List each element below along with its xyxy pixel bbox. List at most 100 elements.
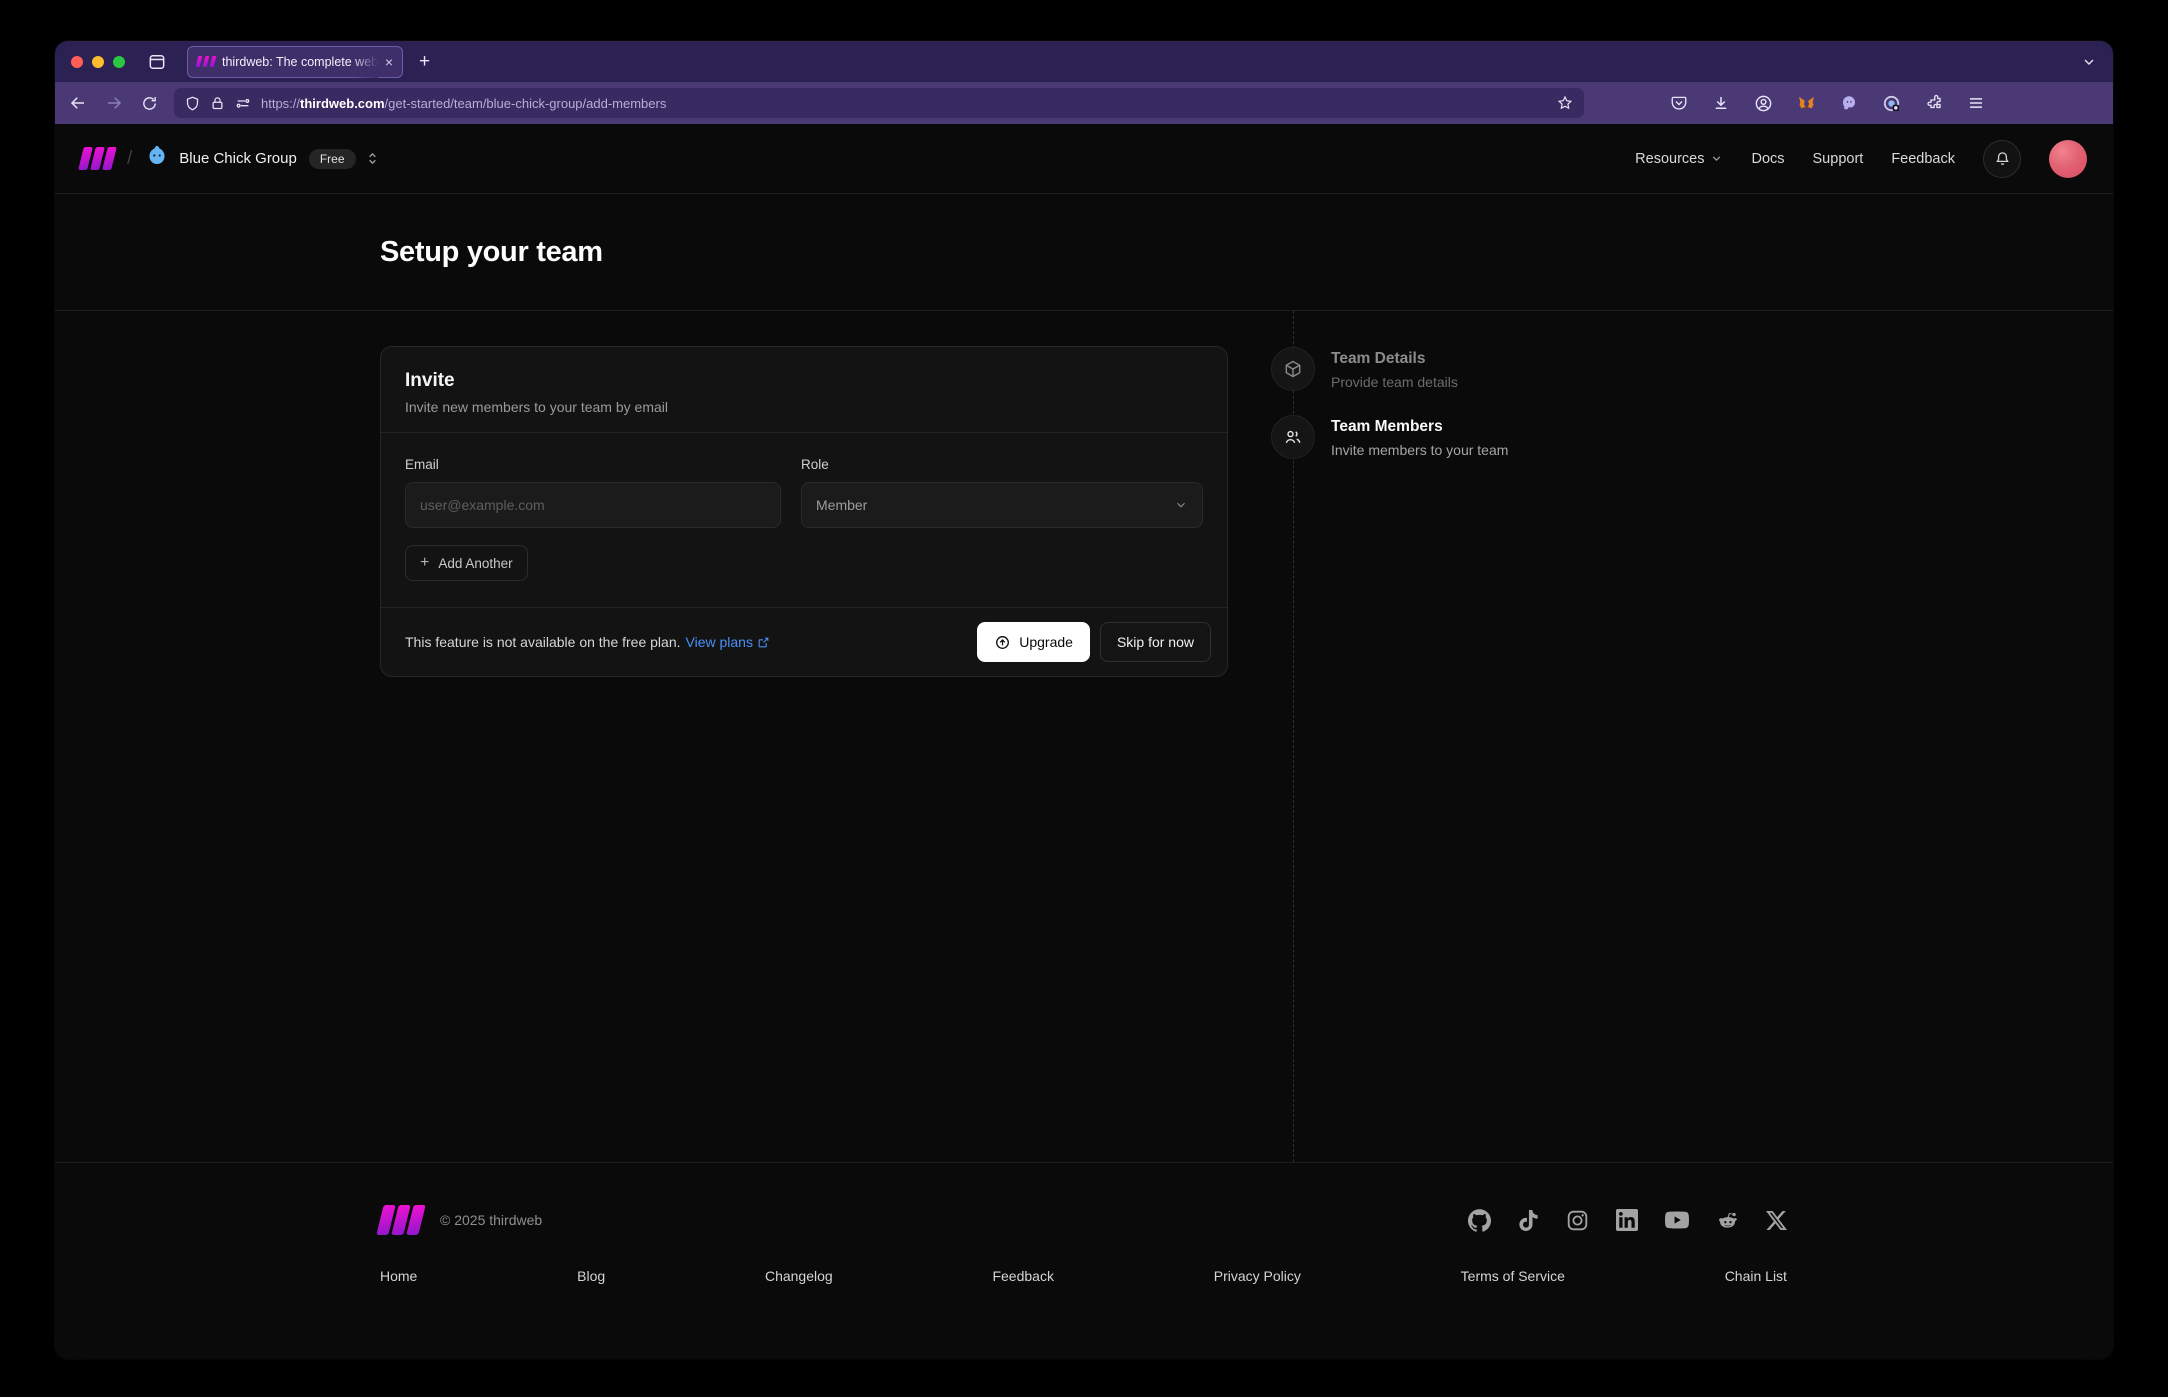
lock-icon[interactable] — [210, 96, 225, 111]
nav-docs[interactable]: Docs — [1751, 151, 1784, 167]
pocket-icon[interactable] — [1670, 94, 1688, 112]
window-controls — [71, 55, 125, 68]
webpage: / Blue Chick Group Free Resources Docs S… — [55, 124, 2113, 1359]
view-plans-link[interactable]: View plans — [686, 634, 770, 650]
tracking-protection-shield-icon[interactable] — [185, 96, 200, 111]
external-link-icon — [758, 637, 769, 647]
bell-icon — [1995, 152, 2009, 165]
footer-links: Home Blog Changelog Feedback Privacy Pol… — [380, 1268, 1787, 1284]
url-text[interactable]: https://thirdweb.com/get-started/team/bl… — [261, 96, 1547, 111]
setup-stepper: Team Details Provide team details Team M… — [1271, 347, 1508, 459]
metamask-extension-icon[interactable] — [1797, 94, 1816, 113]
step-team-members[interactable]: Team Members Invite members to your team — [1271, 415, 1508, 459]
menu-hamburger-icon[interactable] — [1967, 94, 1985, 112]
thirdweb-logo-icon[interactable] — [78, 147, 117, 170]
footer-link-home[interactable]: Home — [380, 1268, 417, 1284]
footer-link-terms-of-service[interactable]: Terms of Service — [1461, 1268, 1565, 1284]
copyright-text: © 2025 thirdweb — [440, 1212, 543, 1228]
permissions-icon[interactable] — [235, 95, 251, 111]
nav-feedback[interactable]: Feedback — [1891, 151, 1955, 167]
nav-support[interactable]: Support — [1813, 151, 1864, 167]
page-title-band: Setup your team — [55, 194, 2113, 311]
circle-arrow-up-icon — [996, 635, 1010, 649]
role-selected-value: Member — [816, 497, 868, 513]
skip-for-now-button[interactable]: Skip for now — [1099, 622, 1211, 662]
invite-card-title: Invite — [405, 370, 455, 391]
team-switcher-chevrons-icon[interactable] — [364, 150, 381, 167]
list-tabs-chevron-icon[interactable] — [2081, 54, 2097, 70]
add-another-button[interactable]: + Add Another — [405, 545, 528, 581]
upgrade-button[interactable]: Upgrade — [977, 622, 1090, 662]
bookmark-star-icon[interactable] — [1557, 95, 1573, 111]
instagram-icon[interactable] — [1566, 1209, 1589, 1232]
tab-title: thirdweb: The complete web3 de — [222, 54, 378, 69]
footer-link-changelog[interactable]: Changelog — [765, 1268, 833, 1284]
main-content: Invite Invite new members to your team b… — [55, 311, 2113, 1162]
free-plan-notice: This feature is not available on the fre… — [405, 634, 681, 650]
role-select[interactable]: Member — [801, 482, 1203, 528]
nav-resources-label: Resources — [1635, 150, 1705, 167]
invite-card: Invite Invite new members to your team b… — [380, 346, 1228, 677]
url-domain: thirdweb.com — [300, 95, 385, 111]
users-icon — [1271, 415, 1315, 459]
role-label: Role — [801, 457, 829, 472]
footer-link-chain-list[interactable]: Chain List — [1725, 1268, 1787, 1284]
reload-icon[interactable] — [141, 95, 158, 112]
downloads-icon[interactable] — [1712, 94, 1730, 112]
browser-tab[interactable]: thirdweb: The complete web3 de × — [187, 45, 403, 78]
footer-link-feedback[interactable]: Feedback — [992, 1268, 1053, 1284]
step-subtitle: Invite members to your team — [1331, 442, 1509, 458]
breadcrumb-slash: / — [127, 147, 133, 169]
extensions-puzzle-icon[interactable] — [1925, 94, 1943, 112]
plus-icon: + — [420, 554, 430, 571]
wallet-extension-icon[interactable] — [1882, 94, 1901, 113]
account-icon[interactable] — [1754, 94, 1773, 113]
step-subtitle: Provide team details — [1331, 374, 1458, 390]
team-name[interactable]: Blue Chick Group — [179, 150, 297, 167]
github-icon[interactable] — [1468, 1208, 1491, 1232]
new-tab-button[interactable]: + — [419, 51, 430, 73]
view-plans-label: View plans — [685, 634, 753, 650]
browser-toolbar: https://thirdweb.com/get-started/team/bl… — [55, 82, 2113, 124]
firefox-view-icon[interactable] — [147, 52, 167, 72]
email-field[interactable] — [405, 482, 781, 528]
linkedin-icon[interactable] — [1616, 1209, 1638, 1231]
thirdweb-favicon-icon — [195, 56, 217, 67]
site-footer: © 2025 thirdweb Home Blog Changelog Feed… — [55, 1162, 2113, 1359]
forward-icon[interactable] — [105, 94, 123, 112]
footer-link-privacy-policy[interactable]: Privacy Policy — [1214, 1268, 1301, 1284]
cube-icon — [1271, 347, 1315, 391]
minimize-window-button[interactable] — [92, 55, 104, 68]
phantom-extension-icon[interactable] — [1840, 94, 1858, 112]
back-icon[interactable] — [69, 94, 87, 112]
nav-resources[interactable]: Resources — [1635, 151, 1723, 167]
browser-tab-strip: thirdweb: The complete web3 de × + — [55, 41, 2113, 82]
tiktok-icon[interactable] — [1518, 1209, 1539, 1231]
notifications-bell-button[interactable] — [1983, 139, 2021, 178]
reddit-icon[interactable] — [1716, 1209, 1739, 1232]
add-another-label: Add Another — [438, 555, 513, 571]
maximize-window-button[interactable] — [113, 55, 125, 68]
close-tab-icon[interactable]: × — [385, 55, 393, 69]
thirdweb-logo-icon[interactable] — [376, 1205, 426, 1235]
team-avatar-chick-icon[interactable] — [145, 144, 169, 173]
youtube-icon[interactable] — [1665, 1208, 1689, 1232]
chevron-down-icon — [1713, 156, 1721, 162]
upgrade-label: Upgrade — [1019, 634, 1073, 650]
site-header: / Blue Chick Group Free Resources Docs S… — [55, 124, 2113, 194]
user-avatar[interactable] — [2049, 139, 2087, 178]
url-scheme: https:// — [261, 95, 301, 111]
step-title: Team Members — [1331, 418, 1443, 435]
chevron-down-icon — [1177, 502, 1185, 508]
address-bar[interactable]: https://thirdweb.com/get-started/team/bl… — [174, 88, 1584, 118]
close-window-button[interactable] — [71, 55, 83, 68]
step-team-details[interactable]: Team Details Provide team details — [1271, 347, 1508, 391]
email-label: Email — [405, 457, 439, 472]
x-icon[interactable] — [1766, 1210, 1787, 1231]
page-title: Setup your team — [380, 235, 603, 268]
url-path: /get-started/team/blue-chick-group/add-m… — [384, 95, 667, 111]
footer-link-blog[interactable]: Blog — [577, 1268, 605, 1284]
step-title: Team Details — [1331, 350, 1426, 367]
invite-card-subtitle: Invite new members to your team by email — [405, 399, 668, 415]
plan-badge: Free — [308, 148, 356, 169]
